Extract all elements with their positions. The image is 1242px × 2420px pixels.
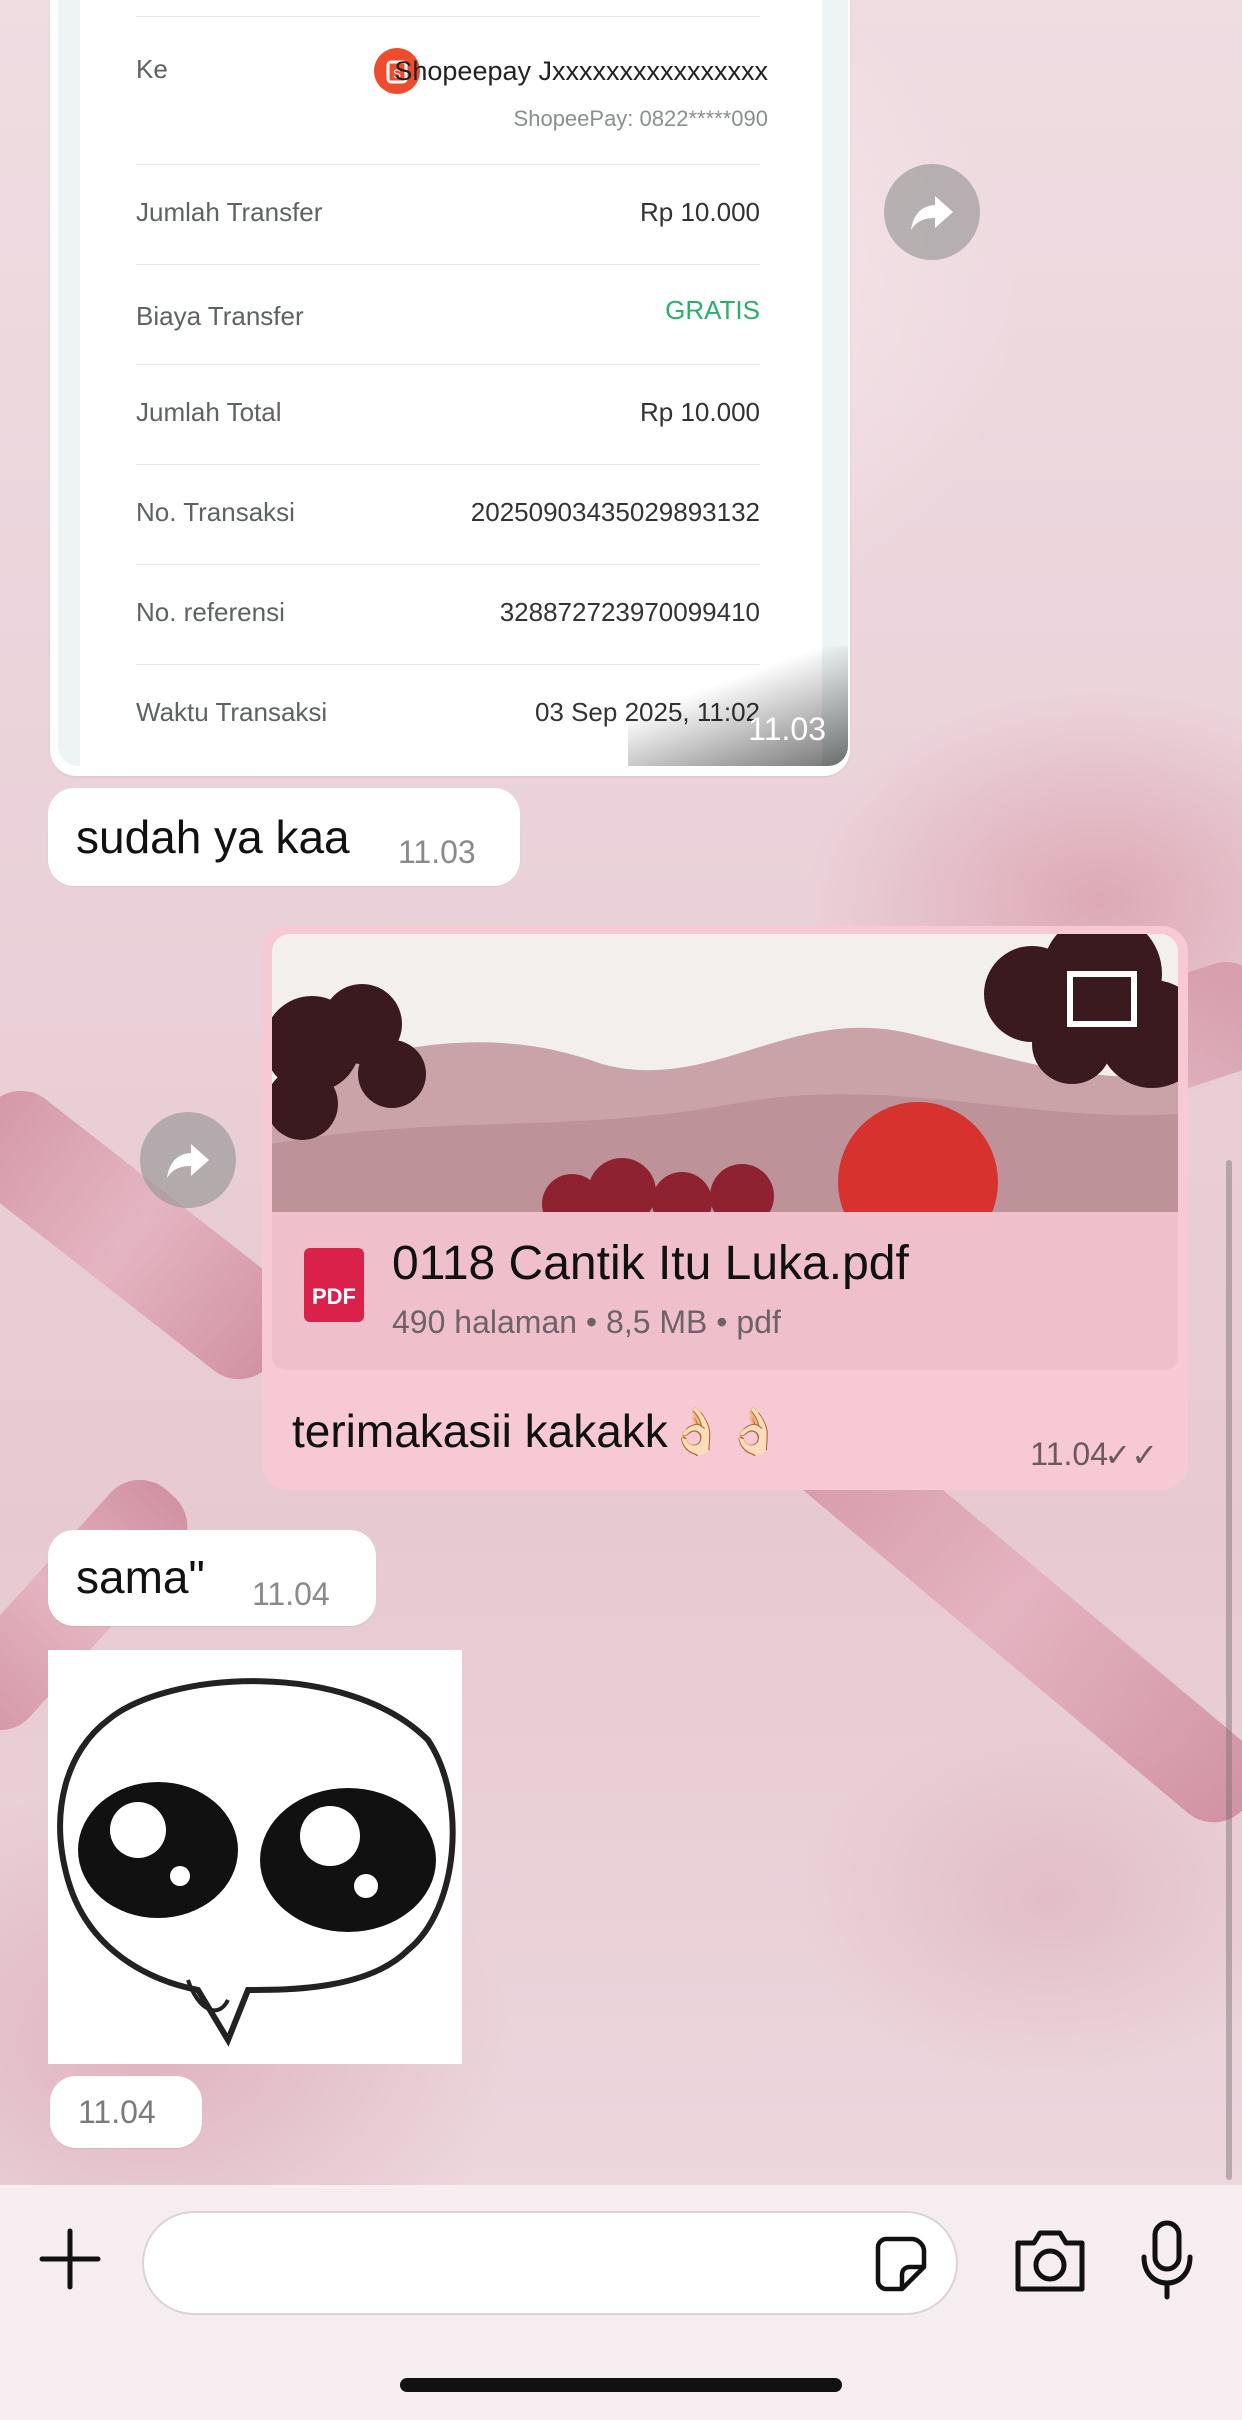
camera-button[interactable] [1012,2225,1088,2295]
forward-button[interactable] [884,164,980,260]
pdf-icon-label: PDF [312,1284,356,1309]
receipt-row: Biaya Transfer GRATIS [136,264,760,365]
document-name: 0118 Cantik Itu Luka.pdf [392,1237,909,1290]
sticker-button[interactable] [870,2235,928,2293]
message-time: 11.03 [748,711,826,747]
incoming-message[interactable]: sama" 11.04 [48,1530,376,1626]
message-caption: terimakasii kakakk👌🏻👌🏻 [292,1405,783,1457]
read-receipt-icon: ✓✓ [1104,1437,1158,1473]
receipt-to-label: Ke [136,54,168,84]
forward-button[interactable] [140,1112,236,1208]
receipt-to-name: Shopeepay Jxxxxxxxxxxxxxxxx [394,56,768,86]
receipt-row-label: Jumlah Total [136,397,282,427]
receipt-row: No. Transaksi 20250903435029893132 [136,464,760,565]
receipt-row-label: Jumlah Transfer [136,197,323,227]
chat-scrollbar[interactable] [1226,1160,1232,2180]
receipt-row-label: No. Transaksi [136,497,295,527]
receipt-free-value: GRATIS [665,295,760,325]
receipt-row-value: 20250903435029893132 [470,497,760,527]
cute-face-sticker [57,1678,456,2047]
document-info[interactable]: PDF 0118 Cantik Itu Luka.pdf 490 halaman… [272,1212,1178,1370]
incoming-message[interactable]: sudah ya kaa 11.03 [48,788,520,886]
receipt-row-value: Rp 10.000 [640,397,760,427]
microphone-button[interactable] [1140,2219,1194,2301]
message-time: 11.04 [1030,1436,1108,1472]
receipt-row-label: Biaya Transfer [136,301,304,331]
camera-icon [1015,2230,1085,2292]
image-shade [628,646,848,766]
message-input[interactable] [174,2237,878,2291]
document-meta: 490 halaman • 8,5 MB • pdf [392,1304,781,1340]
attach-button[interactable] [36,2225,104,2293]
forward-icon [911,196,953,230]
receipt-image[interactable]: Ke S Shopeepay Jxxxxxxxxxxxxxxxx ShopeeP… [58,0,848,766]
receipt-row-label: Waktu Transaksi [136,697,328,727]
receipt-row-value: 328872723970099410 [499,597,760,627]
message-time: 11.04 [252,1576,330,1612]
receipt-row: Jumlah Transfer Rp 10.000 [136,164,760,265]
sticker-icon [875,2236,927,2292]
microphone-icon [1141,2220,1193,2300]
message-time: 11.04 [78,2094,156,2130]
message-time: 11.03 [398,834,476,870]
message-input-box[interactable] [142,2211,958,2315]
receipt-row: Jumlah Total Rp 10.000 [136,364,760,465]
receipt-to-sub: ShopeePay: 0822*****090 [513,106,768,131]
sticker-time-bubble: 11.04 [50,2076,202,2148]
sticker-message[interactable] [48,1650,462,2064]
document-preview[interactable] [272,934,1178,1212]
receipt-row-value: Rp 10.000 [640,197,760,227]
message-text: sama" [76,1551,205,1603]
plus-icon [39,2228,101,2290]
book-cover-illustration [272,934,1178,1212]
forward-icon [167,1144,209,1178]
receipt-row-label: No. referensi [136,597,285,627]
outgoing-document-message[interactable]: PDF 0118 Cantik Itu Luka.pdf 490 halaman… [262,926,1188,1490]
pdf-file-icon: PDF [304,1248,364,1322]
home-indicator [400,2378,842,2392]
message-text: sudah ya kaa [76,811,350,863]
